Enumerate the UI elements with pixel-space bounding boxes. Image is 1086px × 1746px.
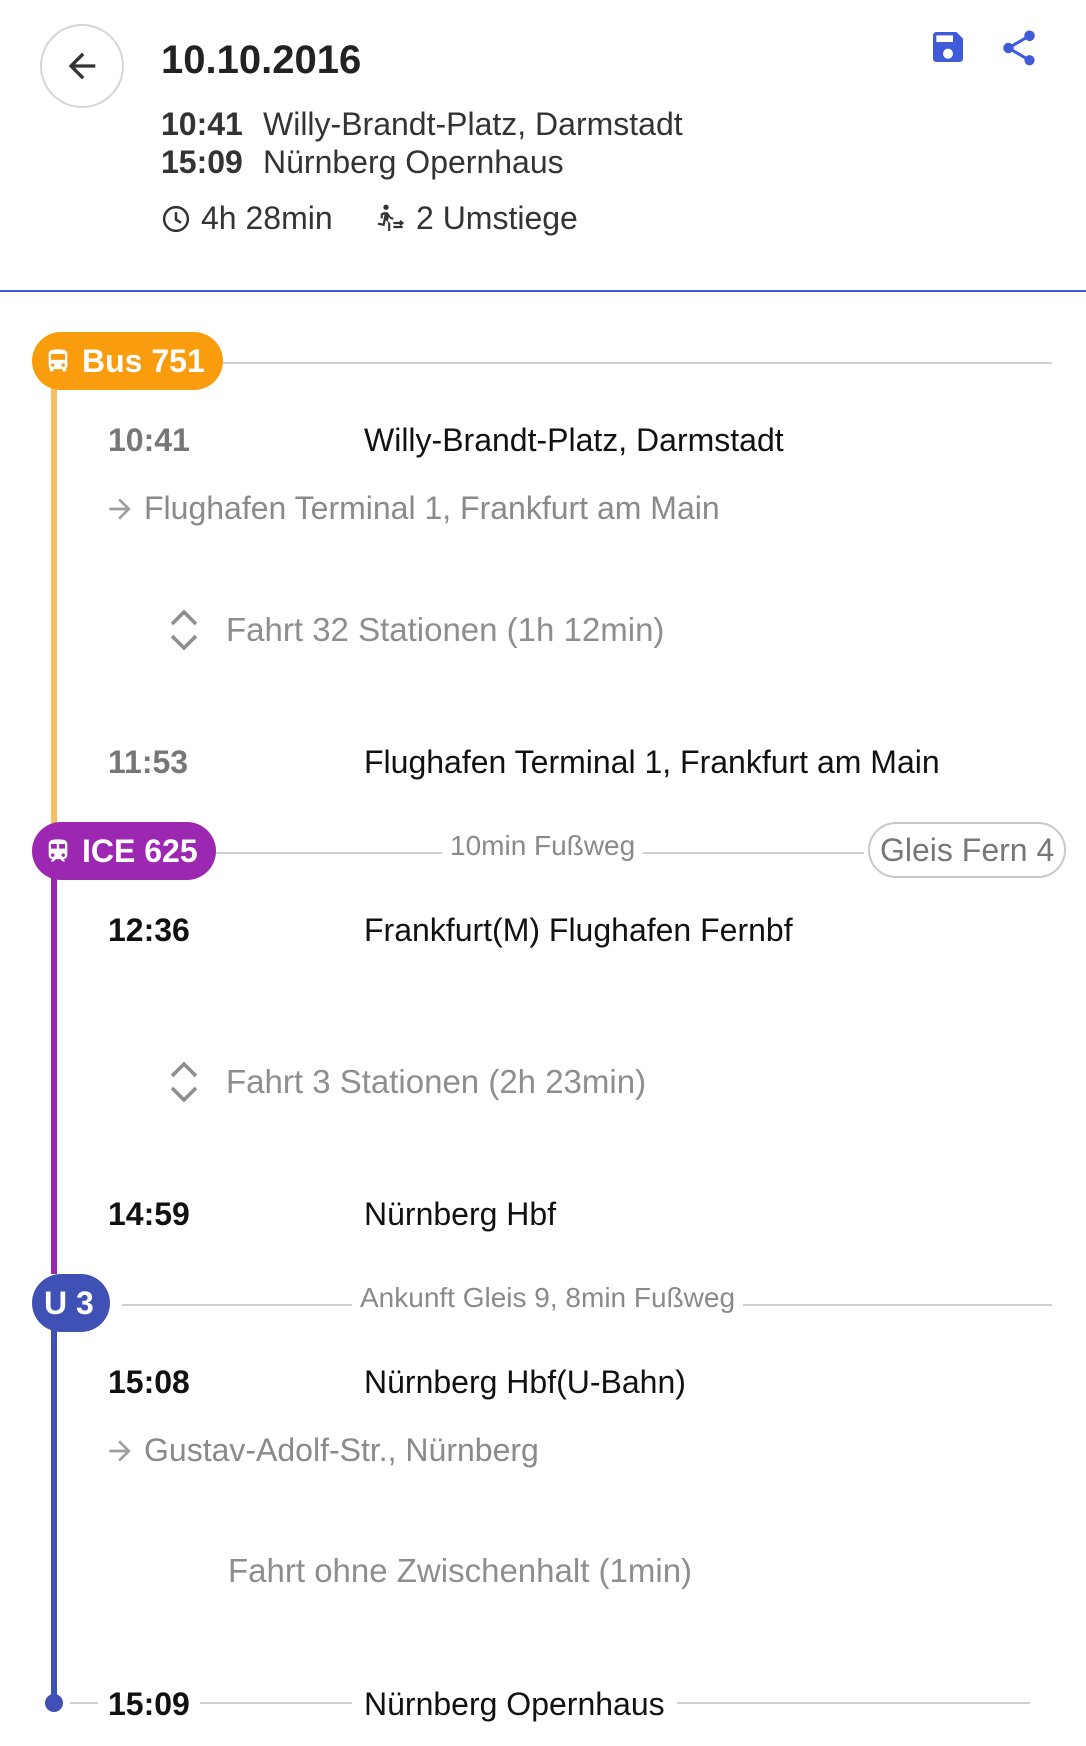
bus-arrival-time: 11:53 bbox=[108, 744, 189, 780]
ubahn-badge-label: U 3 bbox=[44, 1284, 94, 1321]
trip-date: 10.10.2016 bbox=[161, 38, 362, 82]
bus-direction: Flughafen Terminal 1, Frankfurt am Main bbox=[104, 490, 720, 527]
duration-text: 4h 28min bbox=[201, 200, 333, 236]
bus-ride-expander[interactable]: Fahrt 32 Stationen (1h 12min) bbox=[168, 608, 664, 652]
bus-arrival-stop: Flughafen Terminal 1, Frankfurt am Main bbox=[364, 744, 940, 780]
ubahn-route-line bbox=[51, 1326, 57, 1704]
ubahn-arrival-stop: Nürnberg Opernhaus bbox=[352, 1686, 677, 1723]
ubahn-departure-stop: Nürnberg Hbf(U-Bahn) bbox=[364, 1364, 686, 1400]
arrow-left-icon bbox=[68, 52, 96, 80]
bus-icon bbox=[48, 349, 68, 372]
departure-summary: 10:41 Willy-Brandt-Platz, Darmstadt bbox=[161, 106, 683, 143]
u3-badge[interactable]: U 3 bbox=[32, 1274, 110, 1332]
bus-direction-text: Flughafen Terminal 1, Frankfurt am Main bbox=[144, 490, 720, 526]
final-stop-dot bbox=[45, 1694, 63, 1712]
bus-badge-label: Bus 751 bbox=[82, 342, 205, 379]
ubahn-departure-time: 15:08 bbox=[108, 1364, 190, 1400]
arrival-station: Nürnberg Opernhaus bbox=[263, 144, 564, 180]
transfers-text: 2 Umstiege bbox=[416, 200, 578, 236]
arrow-right-icon bbox=[109, 1439, 131, 1462]
arrival-summary: 15:09 Nürnberg Opernhaus bbox=[161, 144, 564, 181]
departure-station: Willy-Brandt-Platz, Darmstadt bbox=[263, 106, 683, 142]
trip-transfers: 2 Umstiege bbox=[374, 200, 578, 237]
header-divider bbox=[0, 290, 1086, 292]
back-button[interactable] bbox=[40, 24, 124, 108]
save-button[interactable] bbox=[928, 27, 968, 72]
ice-ride-text: Fahrt 3 Stationen (2h 23min) bbox=[226, 1063, 647, 1100]
walking-transfer-icon bbox=[377, 204, 405, 231]
ubahn-walk-info: Ankunft Gleis 9, 8min Fußweg bbox=[352, 1282, 744, 1314]
trip-duration: 4h 28min bbox=[161, 200, 333, 237]
ice-arrival-stop: Nürnberg Hbf bbox=[364, 1196, 557, 1232]
ice-walk-info: 10min Fußweg bbox=[442, 830, 644, 862]
arrival-time: 15:09 bbox=[161, 144, 243, 180]
bus-departure-stop: Willy-Brandt-Platz, Darmstadt bbox=[364, 422, 784, 458]
expand-icon bbox=[170, 1061, 198, 1103]
share-icon bbox=[1003, 30, 1035, 66]
ubahn-ride-info: Fahrt ohne Zwischenhalt (1min) bbox=[228, 1552, 692, 1590]
clock-icon bbox=[162, 205, 190, 232]
ice-ride-expander[interactable]: Fahrt 3 Stationen (2h 23min) bbox=[168, 1060, 646, 1104]
bus-ride-text: Fahrt 32 Stationen (1h 12min) bbox=[226, 611, 665, 648]
ubahn-arrival-time: 15:09 bbox=[98, 1686, 200, 1723]
arrow-right-icon bbox=[109, 497, 131, 520]
ice-badge-label: ICE 625 bbox=[82, 832, 198, 869]
ubahn-direction: Gustav-Adolf-Str., Nürnberg bbox=[104, 1432, 539, 1469]
bus-751-badge[interactable]: Bus 751 bbox=[32, 332, 223, 390]
ubahn-ride-text: Fahrt ohne Zwischenhalt (1min) bbox=[228, 1552, 693, 1589]
ice-departure-stop: Frankfurt(M) Flughafen Fernbf bbox=[364, 912, 793, 948]
ice-arrival-time: 14:59 bbox=[108, 1196, 190, 1232]
bus-leg-separator bbox=[220, 362, 1052, 364]
platform-badge: Gleis Fern 4 bbox=[868, 822, 1067, 878]
ice-route-line bbox=[51, 878, 57, 1274]
save-icon bbox=[933, 32, 963, 62]
train-icon bbox=[48, 839, 68, 862]
ice-departure-time: 12:36 bbox=[108, 912, 190, 948]
ubahn-direction-text: Gustav-Adolf-Str., Nürnberg bbox=[144, 1432, 539, 1468]
share-button[interactable] bbox=[998, 27, 1040, 74]
ice-625-badge[interactable]: ICE 625 bbox=[32, 822, 216, 880]
departure-time: 10:41 bbox=[161, 106, 243, 142]
expand-icon bbox=[170, 609, 198, 651]
bus-route-line bbox=[51, 380, 57, 826]
bus-departure-time: 10:41 bbox=[108, 422, 190, 458]
